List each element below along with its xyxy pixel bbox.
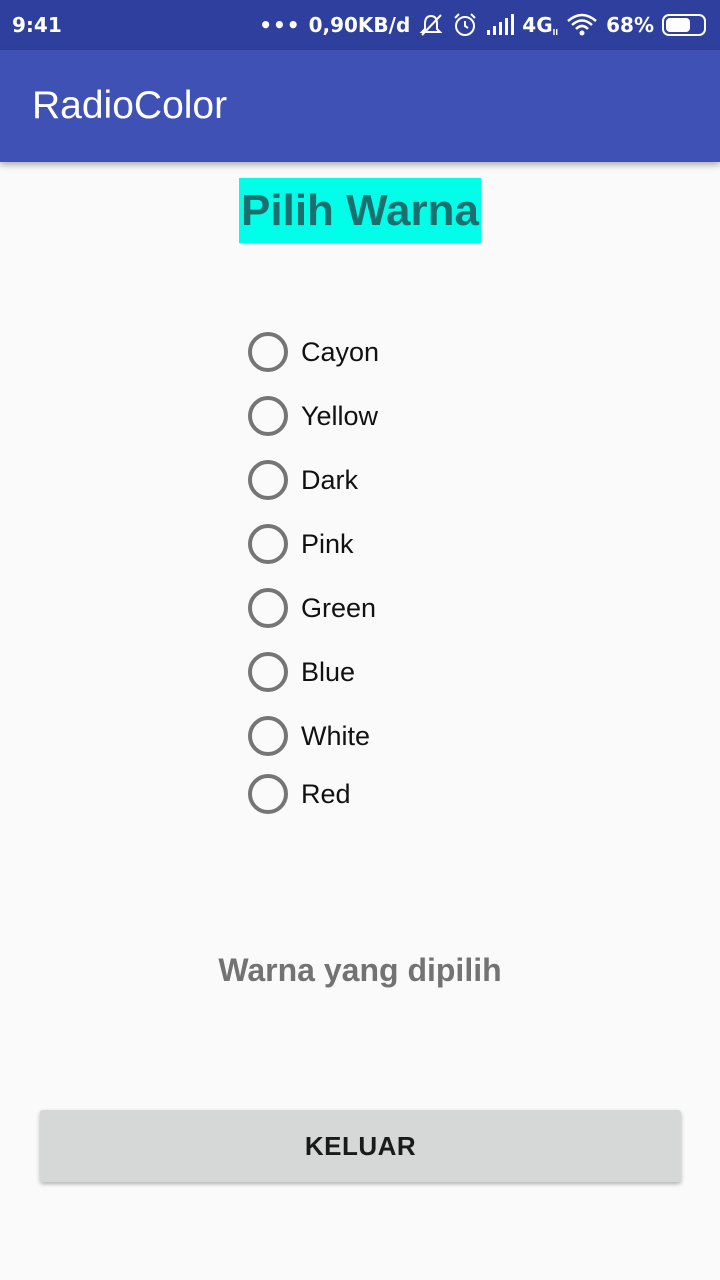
radio-button-icon[interactable] <box>248 460 288 500</box>
radio-button-icon[interactable] <box>248 524 288 564</box>
app-title: RadioColor <box>32 84 228 127</box>
more-dots-icon: ••• <box>259 13 301 37</box>
radio-label: Red <box>301 778 351 809</box>
radio-button-icon[interactable] <box>248 774 288 814</box>
radio-option-dark[interactable]: Dark <box>246 448 566 512</box>
radio-option-cayon[interactable]: Cayon <box>246 320 566 384</box>
status-bar: 9:41 ••• 0,90KB/d 4Gll 68% <box>0 0 720 50</box>
page-heading: Pilih Warna <box>239 178 481 243</box>
radio-option-white[interactable]: White <box>246 704 566 768</box>
status-time: 9:41 <box>12 13 62 37</box>
radio-label: Pink <box>301 528 354 559</box>
radio-button-icon[interactable] <box>248 588 288 628</box>
signal-type: 4Gll <box>522 13 559 37</box>
signal-icon <box>486 14 515 36</box>
radio-option-yellow[interactable]: Yellow <box>246 384 566 448</box>
radio-label: White <box>301 720 371 751</box>
radio-label: Dark <box>301 464 359 495</box>
alarm-icon <box>452 12 478 38</box>
radio-button-icon[interactable] <box>248 332 288 372</box>
radio-button-icon[interactable] <box>248 716 288 756</box>
battery-fill <box>666 18 691 32</box>
radio-button-icon[interactable] <box>248 652 288 692</box>
radio-button-icon[interactable] <box>248 396 288 436</box>
radio-option-red[interactable]: Red <box>246 762 566 826</box>
selected-color-text: Warna yang dipilih <box>218 952 502 988</box>
mute-bell-icon <box>418 12 444 38</box>
status-indicators: ••• 0,90KB/d 4Gll 68% <box>259 12 706 38</box>
radio-label: Green <box>301 592 377 623</box>
radio-label: Blue <box>301 656 356 687</box>
heading-container: Pilih Warna <box>0 178 720 243</box>
radio-label: Yellow <box>301 400 379 431</box>
radio-option-green[interactable]: Green <box>246 576 566 640</box>
app-bar: RadioColor <box>0 50 720 162</box>
exit-button[interactable]: KELUAR <box>40 1110 681 1182</box>
wifi-icon <box>566 13 598 37</box>
radio-label: Cayon <box>301 336 380 367</box>
battery-percent: 68% <box>606 13 654 37</box>
radio-option-blue[interactable]: Blue <box>246 640 566 704</box>
network-speed: 0,90KB/d <box>308 13 411 37</box>
battery-icon <box>662 14 706 36</box>
radio-option-pink[interactable]: Pink <box>246 512 566 576</box>
